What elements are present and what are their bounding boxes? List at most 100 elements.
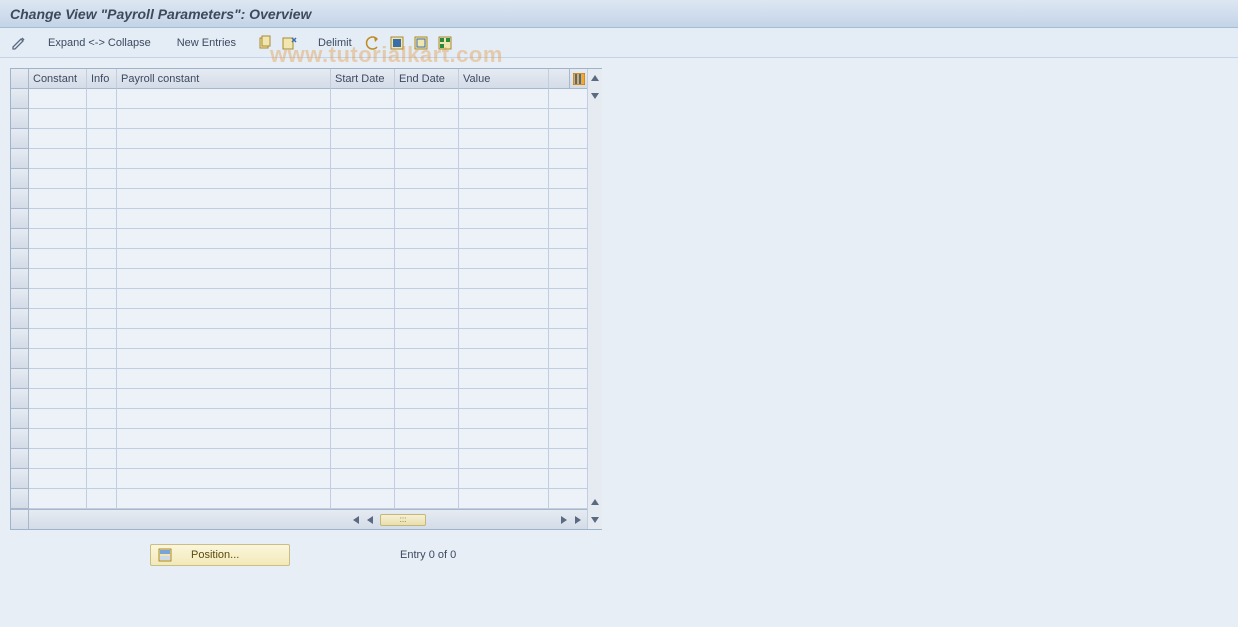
row-selector[interactable] [11,189,29,209]
table-row[interactable] [11,169,587,189]
table-row[interactable] [11,429,587,449]
row-selector[interactable] [11,469,29,489]
cell-value[interactable] [459,329,549,349]
row-selector[interactable] [11,389,29,409]
cell-constant[interactable] [29,449,87,469]
cell-info[interactable] [87,189,117,209]
col-start-date[interactable]: Start Date [331,69,395,89]
row-selector[interactable] [11,369,29,389]
table-config-icon[interactable] [569,69,587,89]
table-row[interactable] [11,349,587,369]
hscroll-first-icon[interactable] [349,513,363,527]
cell-end-date[interactable] [395,109,459,129]
cell-start-date[interactable] [331,469,395,489]
cell-start-date[interactable] [331,129,395,149]
cell-end-date[interactable] [395,369,459,389]
cell-start-date[interactable] [331,389,395,409]
hscroll-right-icon[interactable] [557,513,571,527]
cell-info[interactable] [87,309,117,329]
row-selector[interactable] [11,169,29,189]
cell-payroll-constant[interactable] [117,349,331,369]
hscroll-last-icon[interactable] [571,513,585,527]
cell-constant[interactable] [29,269,87,289]
new-entries-button[interactable]: New Entries [169,34,244,52]
row-selector[interactable] [11,269,29,289]
cell-start-date[interactable] [331,349,395,369]
toggle-display-change-icon[interactable] [8,33,30,53]
undo-change-icon[interactable] [362,33,384,53]
cell-payroll-constant[interactable] [117,449,331,469]
cell-payroll-constant[interactable] [117,389,331,409]
cell-start-date[interactable] [331,369,395,389]
row-selector[interactable] [11,309,29,329]
horizontal-scrollbar[interactable]: ::: [29,510,587,529]
configure-icon[interactable] [434,33,456,53]
cell-constant[interactable] [29,109,87,129]
cell-end-date[interactable] [395,289,459,309]
cell-payroll-constant[interactable] [117,149,331,169]
cell-value[interactable] [459,109,549,129]
table-row[interactable] [11,489,587,509]
cell-info[interactable] [87,149,117,169]
table-row[interactable] [11,209,587,229]
cell-start-date[interactable] [331,409,395,429]
row-selector[interactable] [11,349,29,369]
cell-constant[interactable] [29,309,87,329]
cell-info[interactable] [87,469,117,489]
cell-payroll-constant[interactable] [117,409,331,429]
vscroll-up-icon[interactable] [588,71,602,85]
row-selector[interactable] [11,329,29,349]
cell-value[interactable] [459,269,549,289]
table-row[interactable] [11,469,587,489]
cell-payroll-constant[interactable] [117,289,331,309]
cell-payroll-constant[interactable] [117,329,331,349]
col-info[interactable]: Info [87,69,117,89]
row-selector[interactable] [11,489,29,509]
cell-constant[interactable] [29,249,87,269]
cell-payroll-constant[interactable] [117,429,331,449]
cell-value[interactable] [459,129,549,149]
cell-constant[interactable] [29,429,87,449]
cell-info[interactable] [87,109,117,129]
cell-end-date[interactable] [395,209,459,229]
cell-info[interactable] [87,429,117,449]
cell-value[interactable] [459,489,549,509]
cell-info[interactable] [87,129,117,149]
col-constant[interactable]: Constant [29,69,87,89]
deselect-all-icon[interactable] [410,33,432,53]
cell-end-date[interactable] [395,329,459,349]
cell-end-date[interactable] [395,149,459,169]
row-selector[interactable] [11,249,29,269]
cell-value[interactable] [459,369,549,389]
cell-value[interactable] [459,449,549,469]
cell-value[interactable] [459,149,549,169]
cell-constant[interactable] [29,129,87,149]
vscroll-down2-icon[interactable] [588,513,602,527]
col-value[interactable]: Value [459,69,549,89]
cell-info[interactable] [87,409,117,429]
cell-start-date[interactable] [331,429,395,449]
cell-constant[interactable] [29,189,87,209]
cell-info[interactable] [87,89,117,109]
cell-value[interactable] [459,469,549,489]
table-row[interactable] [11,109,587,129]
cell-payroll-constant[interactable] [117,109,331,129]
cell-payroll-constant[interactable] [117,369,331,389]
cell-end-date[interactable] [395,449,459,469]
cell-constant[interactable] [29,89,87,109]
table-row[interactable] [11,449,587,469]
cell-value[interactable] [459,189,549,209]
row-selector-header[interactable] [11,69,29,89]
table-row[interactable] [11,129,587,149]
cell-end-date[interactable] [395,89,459,109]
table-row[interactable] [11,89,587,109]
cell-end-date[interactable] [395,489,459,509]
cell-constant[interactable] [29,169,87,189]
cell-value[interactable] [459,209,549,229]
cell-value[interactable] [459,309,549,329]
row-selector[interactable] [11,289,29,309]
cell-value[interactable] [459,429,549,449]
cell-payroll-constant[interactable] [117,249,331,269]
row-selector[interactable] [11,89,29,109]
cell-end-date[interactable] [395,129,459,149]
